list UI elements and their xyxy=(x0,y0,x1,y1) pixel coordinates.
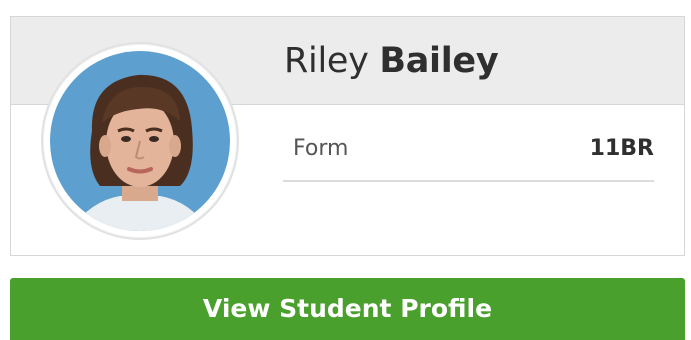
student-name: Riley Bailey xyxy=(284,40,499,82)
form-label: Form xyxy=(293,136,349,161)
form-value: 11BR xyxy=(589,136,654,161)
student-widget: Riley Bailey Form 11BR View Student Prof… xyxy=(0,0,691,340)
student-avatar xyxy=(41,42,239,240)
view-student-profile-button[interactable]: View Student Profile xyxy=(10,278,685,340)
student-photo xyxy=(50,51,230,231)
detail-row-form: Form 11BR xyxy=(283,128,654,182)
student-last-name: Bailey xyxy=(379,41,499,81)
student-first-name: Riley xyxy=(284,41,369,81)
